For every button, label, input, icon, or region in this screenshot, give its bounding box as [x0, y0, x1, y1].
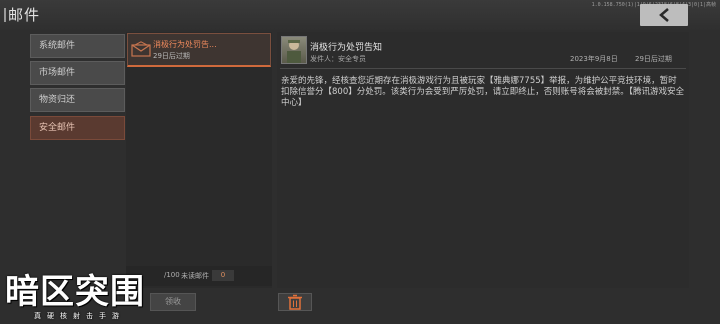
- page-title: 邮件: [8, 6, 41, 24]
- mail-list: [126, 32, 272, 288]
- tab-market-mail[interactable]: 市场邮件: [30, 61, 125, 85]
- sender-avatar: [281, 36, 307, 64]
- mail-count: /100: [164, 271, 180, 279]
- mail-list-item[interactable]: 消极行为处罚告... 29日后过期: [127, 33, 271, 67]
- tab-security-mail[interactable]: 安全邮件: [30, 116, 125, 140]
- mail-date: 2023年9月8日: [570, 55, 618, 63]
- mail-body: 亲爱的先锋，经核查您近期存在消极游戏行为且被玩家【雅典娜7755】举报，为维护公…: [281, 76, 684, 108]
- soldier-icon: [287, 40, 301, 63]
- back-button[interactable]: [640, 4, 688, 26]
- unread-count: 0: [212, 270, 234, 281]
- mail-sender: 发件人：安全专员: [310, 55, 366, 63]
- divider: [280, 68, 686, 69]
- title-marker: [4, 8, 6, 22]
- tab-supply-return[interactable]: 物资归还: [30, 88, 125, 112]
- collect-button[interactable]: 领收: [150, 293, 196, 311]
- chevron-left-icon: [659, 8, 669, 22]
- mail-detail: [277, 32, 689, 288]
- unread-label: 未读邮件: [181, 272, 209, 280]
- game-slogan: 真硬核射击手游: [34, 312, 125, 320]
- tab-system-mail[interactable]: 系统邮件: [30, 34, 125, 58]
- trash-icon: [288, 294, 302, 310]
- mail-expire: 29日后过期: [635, 55, 672, 63]
- game-logo: 暗区突围: [5, 272, 145, 312]
- mail-title: 消极行为处罚告知: [310, 43, 383, 53]
- mail-item-title: 消极行为处罚告...: [153, 40, 217, 49]
- mail-item-expire: 29日后过期: [153, 52, 190, 60]
- envelope-icon: [131, 41, 151, 57]
- delete-button[interactable]: [278, 293, 312, 311]
